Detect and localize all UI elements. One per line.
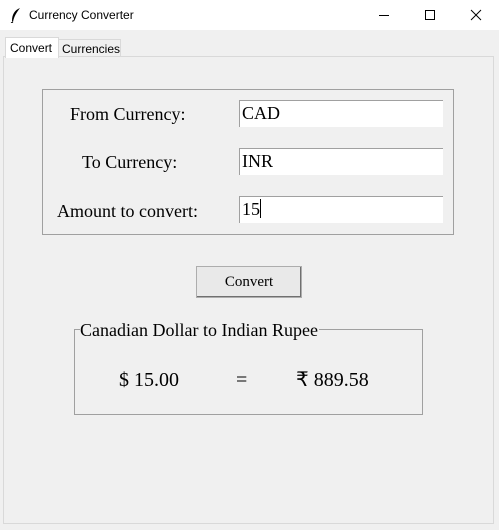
from-amount: $ 15.00 [119,369,179,391]
from-currency-input[interactable]: CAD [239,100,443,127]
close-icon [470,9,482,21]
equals-sign: = [236,369,248,391]
tab-currencies[interactable]: Currencies [58,39,121,57]
minimize-icon [379,15,389,16]
convert-button[interactable]: Convert [196,266,302,298]
text-caret [260,199,261,218]
amount-label: Amount to convert: [57,201,198,221]
result-title: Canadian Dollar to Indian Rupee [80,320,319,340]
maximize-button[interactable] [407,0,453,30]
amount-input[interactable]: 15 [239,196,443,223]
tab-convert[interactable]: Convert [5,37,59,58]
window-title: Currency Converter [29,8,134,22]
title-bar: Currency Converter [0,0,499,30]
close-button[interactable] [453,0,499,30]
minimize-button[interactable] [361,0,407,30]
feather-icon [9,7,23,24]
to-currency-input[interactable]: INR [239,148,443,175]
amount-value: 15 [242,199,260,219]
to-currency-label: To Currency: [82,152,178,172]
to-amount: ₹ 889.58 [296,369,369,391]
from-currency-label: From Currency: [70,104,186,124]
maximize-icon [425,10,435,20]
